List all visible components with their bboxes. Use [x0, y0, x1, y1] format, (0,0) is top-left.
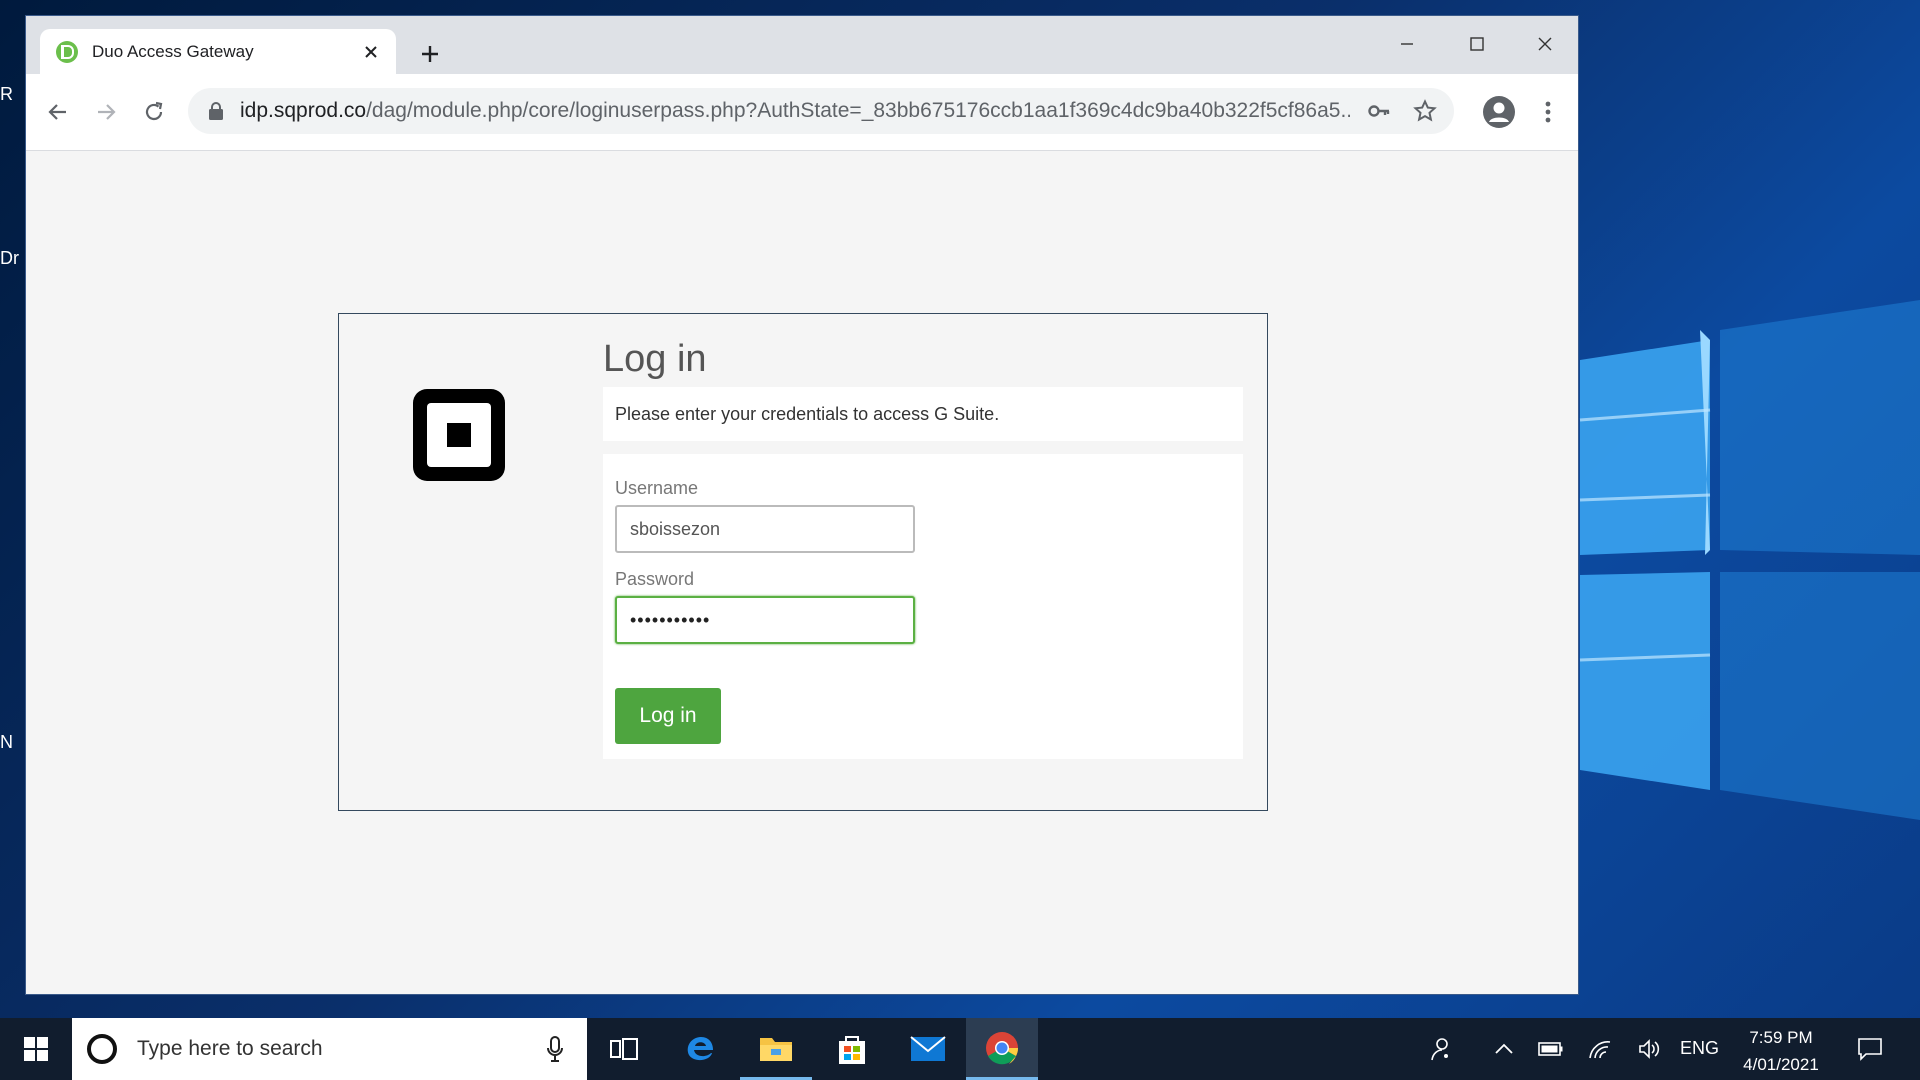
plus-icon [422, 46, 438, 62]
login-panel: Log in Please enter your credentials to … [338, 313, 1268, 811]
wifi-icon [1589, 1041, 1611, 1059]
windows-wallpaper-logo [1579, 300, 1920, 820]
login-button[interactable]: Log in [615, 688, 721, 744]
new-tab-button[interactable] [414, 38, 446, 70]
bookmark-button[interactable] [1410, 96, 1440, 126]
clock[interactable]: 7:59 PM 4/01/2021 [1726, 1024, 1836, 1078]
password-field[interactable] [615, 596, 915, 644]
cortana-icon [87, 1034, 117, 1064]
page-title: Log in [603, 338, 707, 380]
microphone-icon[interactable] [545, 1035, 565, 1063]
battery-icon [1538, 1042, 1563, 1056]
taskbar: Type here to search ENG 7:59 PM 4/01/202… [0, 1018, 1920, 1080]
mail-icon [910, 1036, 946, 1061]
prompt-text: Please enter your credentials to access … [615, 403, 1000, 424]
profile-button[interactable] [1481, 94, 1517, 130]
close-window-button[interactable] [1522, 26, 1568, 62]
language-indicator[interactable]: ENG [1680, 1038, 1719, 1059]
folder-icon [760, 1037, 792, 1061]
desktop-icon-label[interactable]: N [0, 732, 26, 753]
tab-title: Duo Access Gateway [92, 41, 254, 61]
password-label: Password [615, 569, 695, 589]
username-field[interactable] [615, 505, 915, 553]
minimize-button[interactable] [1384, 26, 1430, 62]
edge-browser-icon [687, 1037, 713, 1061]
task-view-button[interactable] [588, 1018, 660, 1080]
tab-duo-access-gateway[interactable]: Duo Access Gateway [40, 29, 396, 74]
speaker-icon [1639, 1039, 1660, 1059]
menu-button[interactable] [1530, 94, 1566, 130]
lock-icon[interactable] [208, 102, 224, 120]
search-placeholder: Type here to search [137, 1037, 323, 1060]
clock-time: 7:59 PM [1749, 1028, 1813, 1047]
password-key-button[interactable] [1364, 96, 1394, 126]
address-bar[interactable]: idp.sqprod.co/dag/module.php/core/loginu… [188, 88, 1454, 134]
people-button[interactable] [1410, 1018, 1470, 1080]
kebab-menu-icon [1545, 101, 1551, 123]
taskbar-search-box[interactable]: Type here to search [72, 1018, 587, 1080]
reload-button[interactable] [136, 94, 172, 130]
network-button[interactable] [1572, 1018, 1628, 1080]
people-icon [1431, 1038, 1448, 1061]
notification-icon [1858, 1038, 1882, 1061]
browser-window: Duo Access Gateway idp.sqprod.co/dag/mod… [26, 16, 1578, 994]
close-tab-icon[interactable] [360, 41, 382, 63]
chevron-up-icon [1495, 1043, 1513, 1054]
maximize-button[interactable] [1454, 26, 1500, 62]
mail-taskbar-button[interactable] [892, 1018, 964, 1080]
back-button[interactable] [40, 94, 76, 130]
arrow-right-icon [98, 104, 116, 120]
start-button[interactable] [0, 1018, 72, 1080]
desktop-icon-label[interactable]: R [0, 84, 26, 105]
square-logo [413, 389, 505, 481]
edge-taskbar-button[interactable] [664, 1018, 736, 1080]
duo-favicon-icon [56, 40, 78, 63]
maximize-icon [1470, 37, 1484, 51]
windows-start-icon [24, 1037, 48, 1061]
action-center-button[interactable] [1840, 1018, 1900, 1080]
browser-toolbar: idp.sqprod.co/dag/module.php/core/loginu… [26, 74, 1578, 151]
star-icon [1413, 99, 1437, 122]
volume-button[interactable] [1622, 1018, 1678, 1080]
key-icon [1368, 105, 1390, 117]
page-content: Log in Please enter your credentials to … [26, 151, 1578, 994]
forward-button[interactable] [88, 94, 124, 130]
close-icon [1538, 37, 1552, 51]
reload-icon [145, 101, 163, 121]
task-view-icon [610, 1038, 638, 1060]
url-path: /dag/module.php/core/loginuserpass.php?A… [366, 99, 1350, 122]
tab-strip: Duo Access Gateway [26, 16, 1578, 74]
chrome-taskbar-button[interactable] [966, 1018, 1038, 1080]
store-taskbar-button[interactable] [816, 1018, 888, 1080]
minimize-icon [1401, 43, 1413, 45]
desktop-icon-label[interactable]: Dr [0, 248, 26, 269]
arrow-left-icon [48, 104, 66, 120]
chrome-icon [986, 1031, 1019, 1064]
store-bag-icon [839, 1036, 865, 1064]
username-label: Username [615, 478, 699, 498]
url-host: idp.sqprod.co [240, 99, 367, 122]
url-text[interactable]: idp.sqprod.co/dag/module.php/core/loginu… [240, 99, 1350, 123]
prompt-box: Please enter your credentials to access … [603, 387, 1243, 441]
file-explorer-taskbar-button[interactable] [740, 1018, 812, 1080]
clock-date: 4/01/2021 [1743, 1055, 1819, 1074]
account-circle-icon [1483, 96, 1515, 128]
login-form: Username Password Log in [603, 454, 1243, 759]
